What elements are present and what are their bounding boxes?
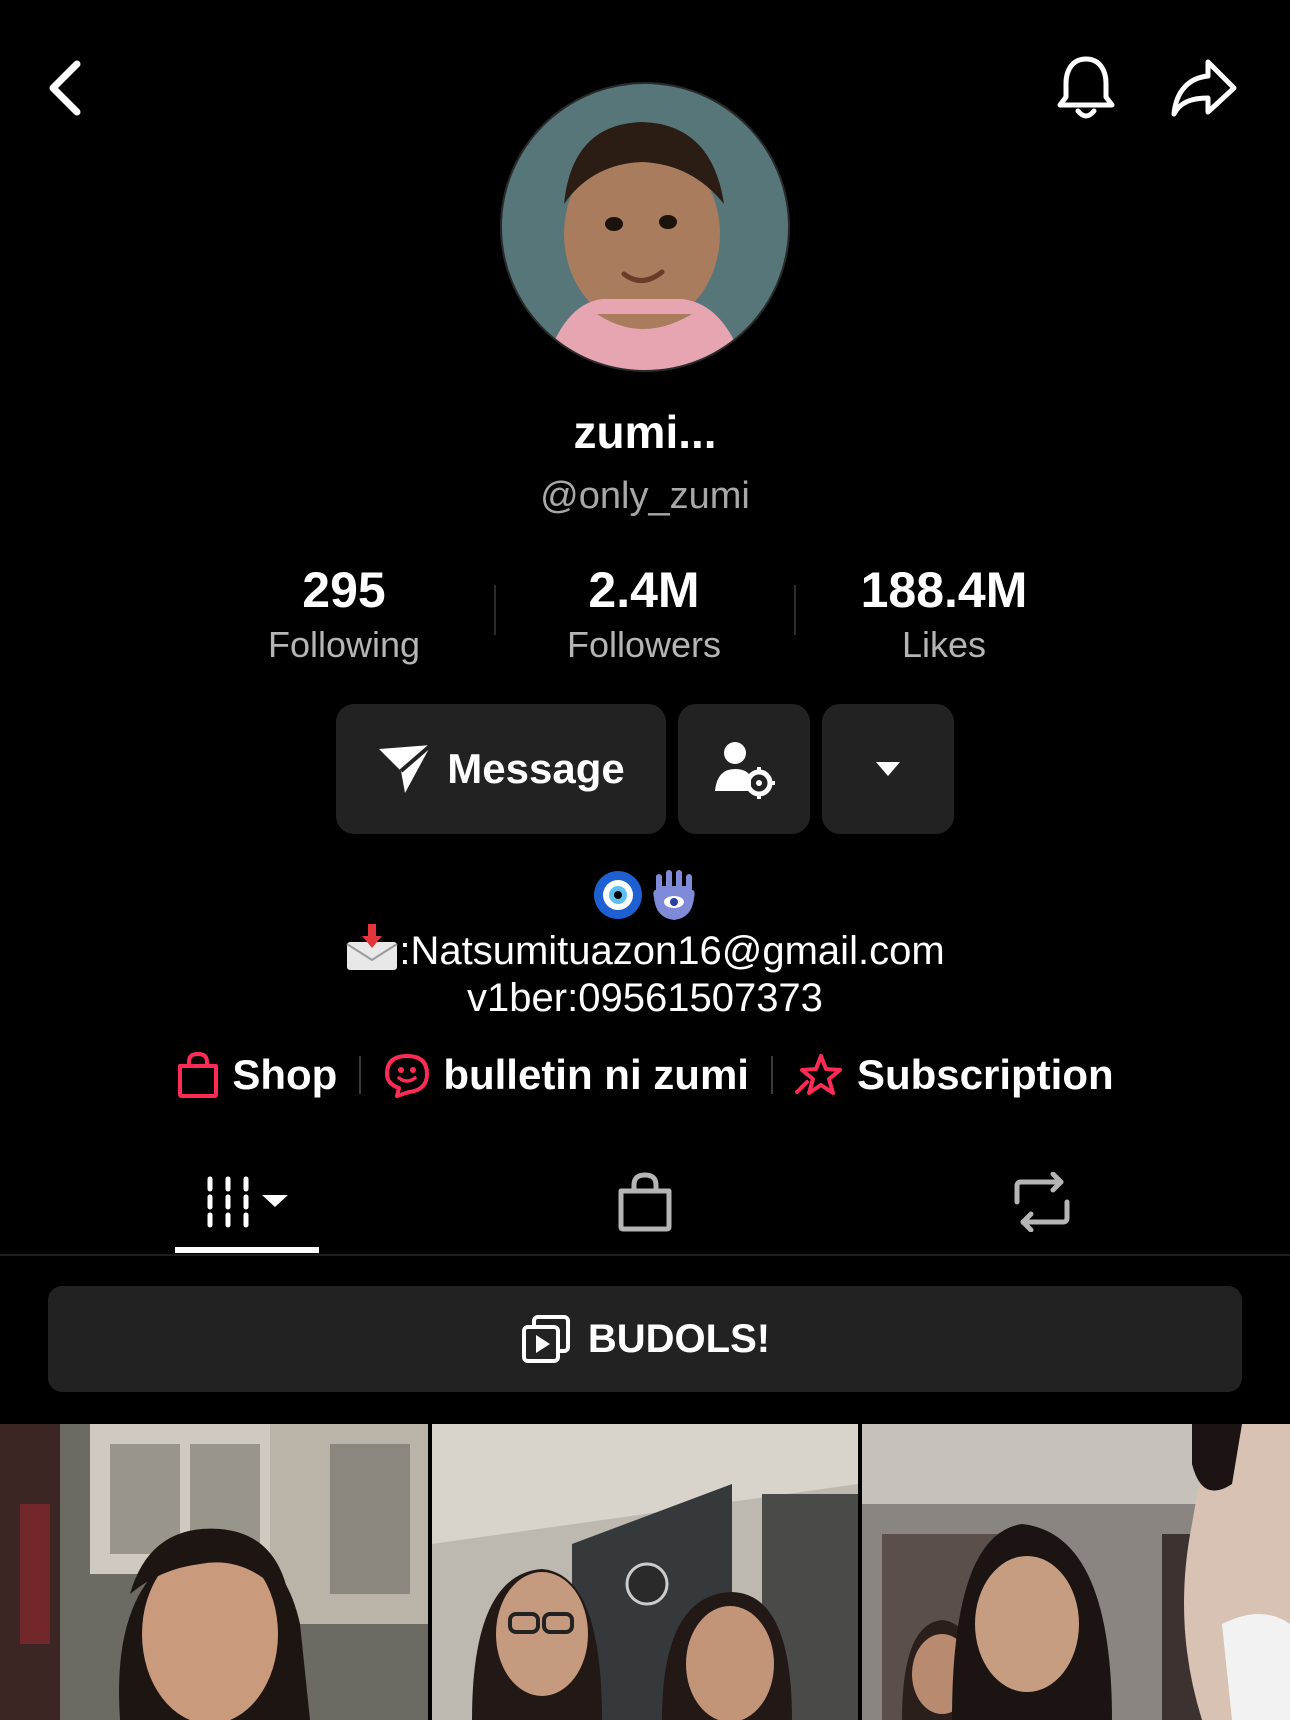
notification-bell-button[interactable] <box>1048 48 1124 128</box>
followers-label: Followers <box>566 624 722 665</box>
nazar-amulet-icon <box>593 871 642 919</box>
video-thumbnail-image <box>862 1424 1290 1720</box>
message-button[interactable]: Message <box>336 704 666 834</box>
bio-email-text: :Natsumituazon16@gmail.com <box>399 929 945 973</box>
bell-icon <box>1057 56 1115 119</box>
shopping-bag-icon <box>178 1052 219 1098</box>
chevron-left-icon <box>49 60 81 116</box>
avatar[interactable] <box>500 82 790 372</box>
likes-label: Likes <box>901 624 987 665</box>
shop-label: Shop <box>232 1051 338 1098</box>
video-thumbnail-image <box>432 1424 858 1720</box>
video-thumbnail[interactable] <box>862 1424 1290 1720</box>
video-thumbnail[interactable] <box>432 1424 858 1720</box>
bio-emojis <box>0 868 1290 924</box>
active-tab-indicator <box>175 1247 319 1253</box>
profile-links: Shop bulletin ni zumi Subscription <box>0 1045 1290 1105</box>
tab-shop[interactable] <box>575 1150 715 1254</box>
content-tabs <box>0 1150 1290 1256</box>
video-thumbnail-image <box>0 1424 428 1720</box>
bio-viber-line: v1ber:09561507373 <box>467 976 823 1020</box>
avatar-image <box>502 84 788 370</box>
bulletin-chat-icon <box>385 1054 430 1098</box>
hamsa-icon <box>653 870 695 920</box>
message-label: Message <box>447 745 625 792</box>
stat-following[interactable]: 295 Following <box>214 560 474 670</box>
subscription-label: Subscription <box>856 1051 1114 1098</box>
bulletin-link[interactable]: bulletin ni zumi <box>383 1051 749 1099</box>
link-separator <box>359 1056 362 1094</box>
shopping-bag-icon <box>618 1172 672 1232</box>
link-separator <box>770 1056 773 1094</box>
repost-icon <box>1014 1172 1070 1232</box>
playlist-button[interactable]: BUDOLS! <box>48 1286 1242 1392</box>
user-gear-icon <box>715 742 775 799</box>
stat-likes[interactable]: 188.4M Likes <box>814 560 1074 670</box>
more-options-button[interactable] <box>822 704 954 834</box>
caret-down-icon <box>876 762 900 776</box>
video-thumbnail[interactable] <box>0 1424 428 1720</box>
tab-reposts[interactable] <box>972 1150 1112 1254</box>
share-arrow-icon <box>1171 59 1237 117</box>
back-button[interactable] <box>30 48 100 128</box>
bio-email-line: :Natsumituazon16@gmail.com <box>0 922 1290 976</box>
grid-columns-icon <box>207 1176 288 1228</box>
stat-followers[interactable]: 2.4M Followers <box>514 560 774 670</box>
playlist-label: BUDOLS! <box>587 1316 771 1361</box>
playlist-icon <box>521 1315 570 1363</box>
subscription-star-icon <box>794 1054 842 1095</box>
tab-videos[interactable] <box>175 1150 319 1254</box>
friend-settings-button[interactable] <box>678 704 810 834</box>
display-name: zumi... <box>573 406 717 458</box>
bulletin-label: bulletin ni zumi <box>443 1051 749 1098</box>
subscription-link[interactable]: Subscription <box>794 1051 1114 1099</box>
paper-plane-icon <box>379 743 433 793</box>
following-count: 295 <box>302 562 386 618</box>
likes-count: 188.4M <box>860 562 1028 618</box>
share-button[interactable] <box>1162 48 1246 128</box>
stat-divider <box>494 585 496 635</box>
stat-divider <box>794 585 796 635</box>
shop-link[interactable]: Shop <box>176 1051 337 1099</box>
username: @only_zumi <box>540 475 750 517</box>
following-label: Following <box>267 624 421 665</box>
followers-count: 2.4M <box>588 562 700 618</box>
envelope-arrow-icon <box>346 924 398 970</box>
